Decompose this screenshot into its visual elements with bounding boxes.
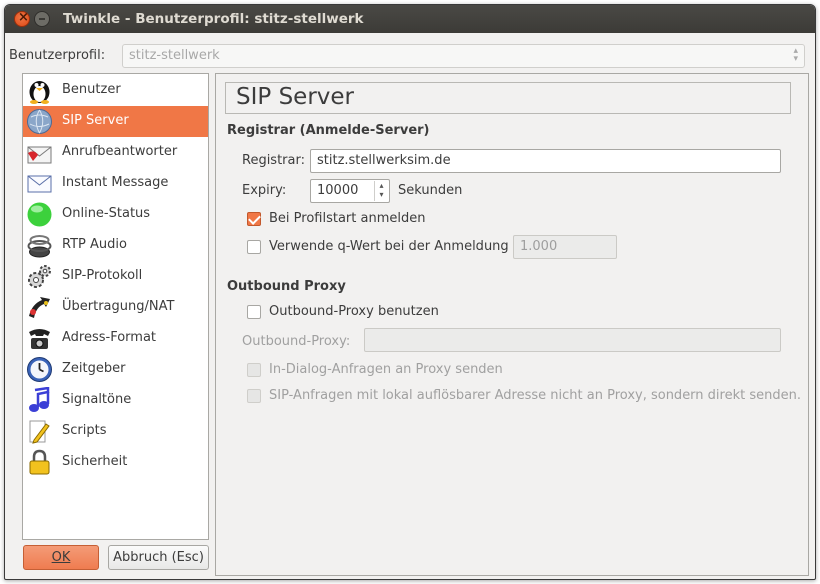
sidebar-item-label: SIP-Protokoll (62, 268, 143, 283)
sidebar-item-label: Sicherheit (62, 454, 128, 469)
title-bar[interactable]: Twinkle - Benutzerprofil: stitz-stellwer… (5, 5, 815, 33)
speaker-icon (27, 235, 52, 258)
register-at-start-checkbox[interactable] (247, 212, 261, 226)
page-title: SIP Server (236, 84, 354, 110)
gears-icon (28, 265, 51, 288)
expiry-value: 10000 (317, 183, 359, 198)
settings-window: Twinkle - Benutzerprofil: stitz-stellwer… (4, 4, 816, 580)
sidebar-item-signaltoene[interactable]: Signaltöne (23, 385, 208, 416)
in-dialog-checkbox[interactable] (247, 363, 261, 377)
sidebar-item-anrufbeantworter[interactable]: Anrufbeantworter (23, 137, 208, 168)
transfer-icon (29, 297, 50, 318)
registrar-group-title: Registrar (Anmelde-Server) (227, 123, 430, 138)
sidebar-item-instant-message[interactable]: Instant Message (23, 168, 208, 199)
sidebar-item-sicherheit[interactable]: Sicherheit (23, 447, 208, 478)
sidebar-item-label: Zeitgeber (62, 361, 126, 376)
profile-select[interactable]: stitz-stellwerk ▴ ▾ (122, 44, 805, 68)
profile-label: Benutzerprofil: (9, 48, 106, 63)
expiry-label: Expiry: (242, 183, 287, 198)
register-at-start-label[interactable]: Bei Profilstart anmelden (269, 211, 425, 226)
envelope-message-icon (27, 175, 52, 193)
settings-page: SIP Server Registrar (Anmelde-Server) Re… (215, 73, 809, 576)
outbound-proxy-group-title: Outbound Proxy (227, 279, 346, 294)
category-list[interactable]: Benutzer SIP Server Anrufbeantworter Ins… (22, 73, 209, 540)
green-status-icon (27, 202, 52, 227)
sidebar-item-benutzer[interactable]: Benutzer (23, 75, 208, 106)
sidebar-item-label: Benutzer (62, 82, 121, 97)
sidebar-item-label: Übertragung/NAT (62, 299, 175, 314)
sidebar-item-rtp-audio[interactable]: RTP Audio (23, 230, 208, 261)
padlock-icon (29, 449, 50, 475)
registrar-label: Registrar: (242, 153, 305, 168)
minimize-window-icon[interactable] (34, 11, 50, 27)
outbound-proxy-input[interactable] (364, 328, 781, 352)
qvalue-input[interactable]: 1.000 (513, 235, 617, 259)
spin-arrows-icon: ▴ ▾ (793, 46, 798, 64)
local-address-label[interactable]: SIP-Anfragen mit lokal auflösbarer Adres… (269, 388, 801, 403)
sidebar-item-label: Adress-Format (62, 330, 157, 345)
use-proxy-label[interactable]: Outbound-Proxy benutzen (269, 304, 439, 319)
local-address-checkbox[interactable] (247, 389, 261, 403)
profile-row: Benutzerprofil: stitz-stellwerk ▴ ▾ (5, 43, 815, 69)
use-proxy-checkbox[interactable] (247, 305, 261, 319)
sidebar-item-scripts[interactable]: Scripts (23, 416, 208, 447)
sidebar-item-label: RTP Audio (62, 237, 127, 252)
registrar-input[interactable]: stitz.stellwerksim.de (310, 149, 781, 173)
sidebar-item-uebertragung-nat[interactable]: Übertragung/NAT (23, 292, 208, 323)
qvalue-label[interactable]: Verwende q-Wert bei der Anmeldung (269, 239, 509, 254)
outbound-proxy-label: Outbound-Proxy: (242, 334, 351, 349)
expiry-unit: Sekunden (398, 183, 463, 198)
pencil-document-icon (29, 420, 50, 444)
expiry-spinbox[interactable]: 10000 ▴ ▾ (310, 179, 390, 203)
telephone-icon (29, 329, 50, 349)
penguin-user-icon (29, 81, 50, 104)
sidebar-item-label: Signaltöne (62, 392, 132, 407)
profile-select-value: stitz-stellwerk (129, 48, 220, 63)
clock-icon (27, 357, 52, 382)
sidebar-item-label: Scripts (62, 423, 107, 438)
sidebar-item-label: Anrufbeantworter (62, 144, 178, 159)
window-title: Twinkle - Benutzerprofil: stitz-stellwer… (63, 11, 364, 27)
music-note-icon (29, 387, 50, 412)
envelope-voicemail-icon (27, 146, 52, 164)
page-heading-box: SIP Server (225, 82, 791, 114)
in-dialog-label[interactable]: In-Dialog-Anfragen an Proxy senden (269, 362, 503, 377)
sidebar-item-zeitgeber[interactable]: Zeitgeber (23, 354, 208, 385)
sidebar-item-label: SIP Server (62, 113, 129, 128)
cancel-button[interactable]: Abbruch (Esc) (108, 545, 209, 570)
close-window-icon[interactable] (14, 10, 30, 27)
sidebar-item-adress-format[interactable]: Adress-Format (23, 323, 208, 354)
sidebar-item-online-status[interactable]: Online-Status (23, 199, 208, 230)
sidebar-item-sip-server[interactable]: SIP Server (23, 106, 208, 137)
spin-arrows-icon[interactable]: ▴ ▾ (374, 181, 388, 201)
sidebar-item-label: Instant Message (62, 175, 169, 190)
sidebar-item-label: Online-Status (62, 206, 151, 221)
qvalue-checkbox[interactable] (247, 240, 261, 254)
ok-button-label: OK (51, 550, 71, 565)
sidebar-item-sip-protokoll[interactable]: SIP-Protokoll (23, 261, 208, 292)
globe-server-icon (27, 109, 52, 134)
ok-button[interactable]: OK (23, 545, 99, 570)
